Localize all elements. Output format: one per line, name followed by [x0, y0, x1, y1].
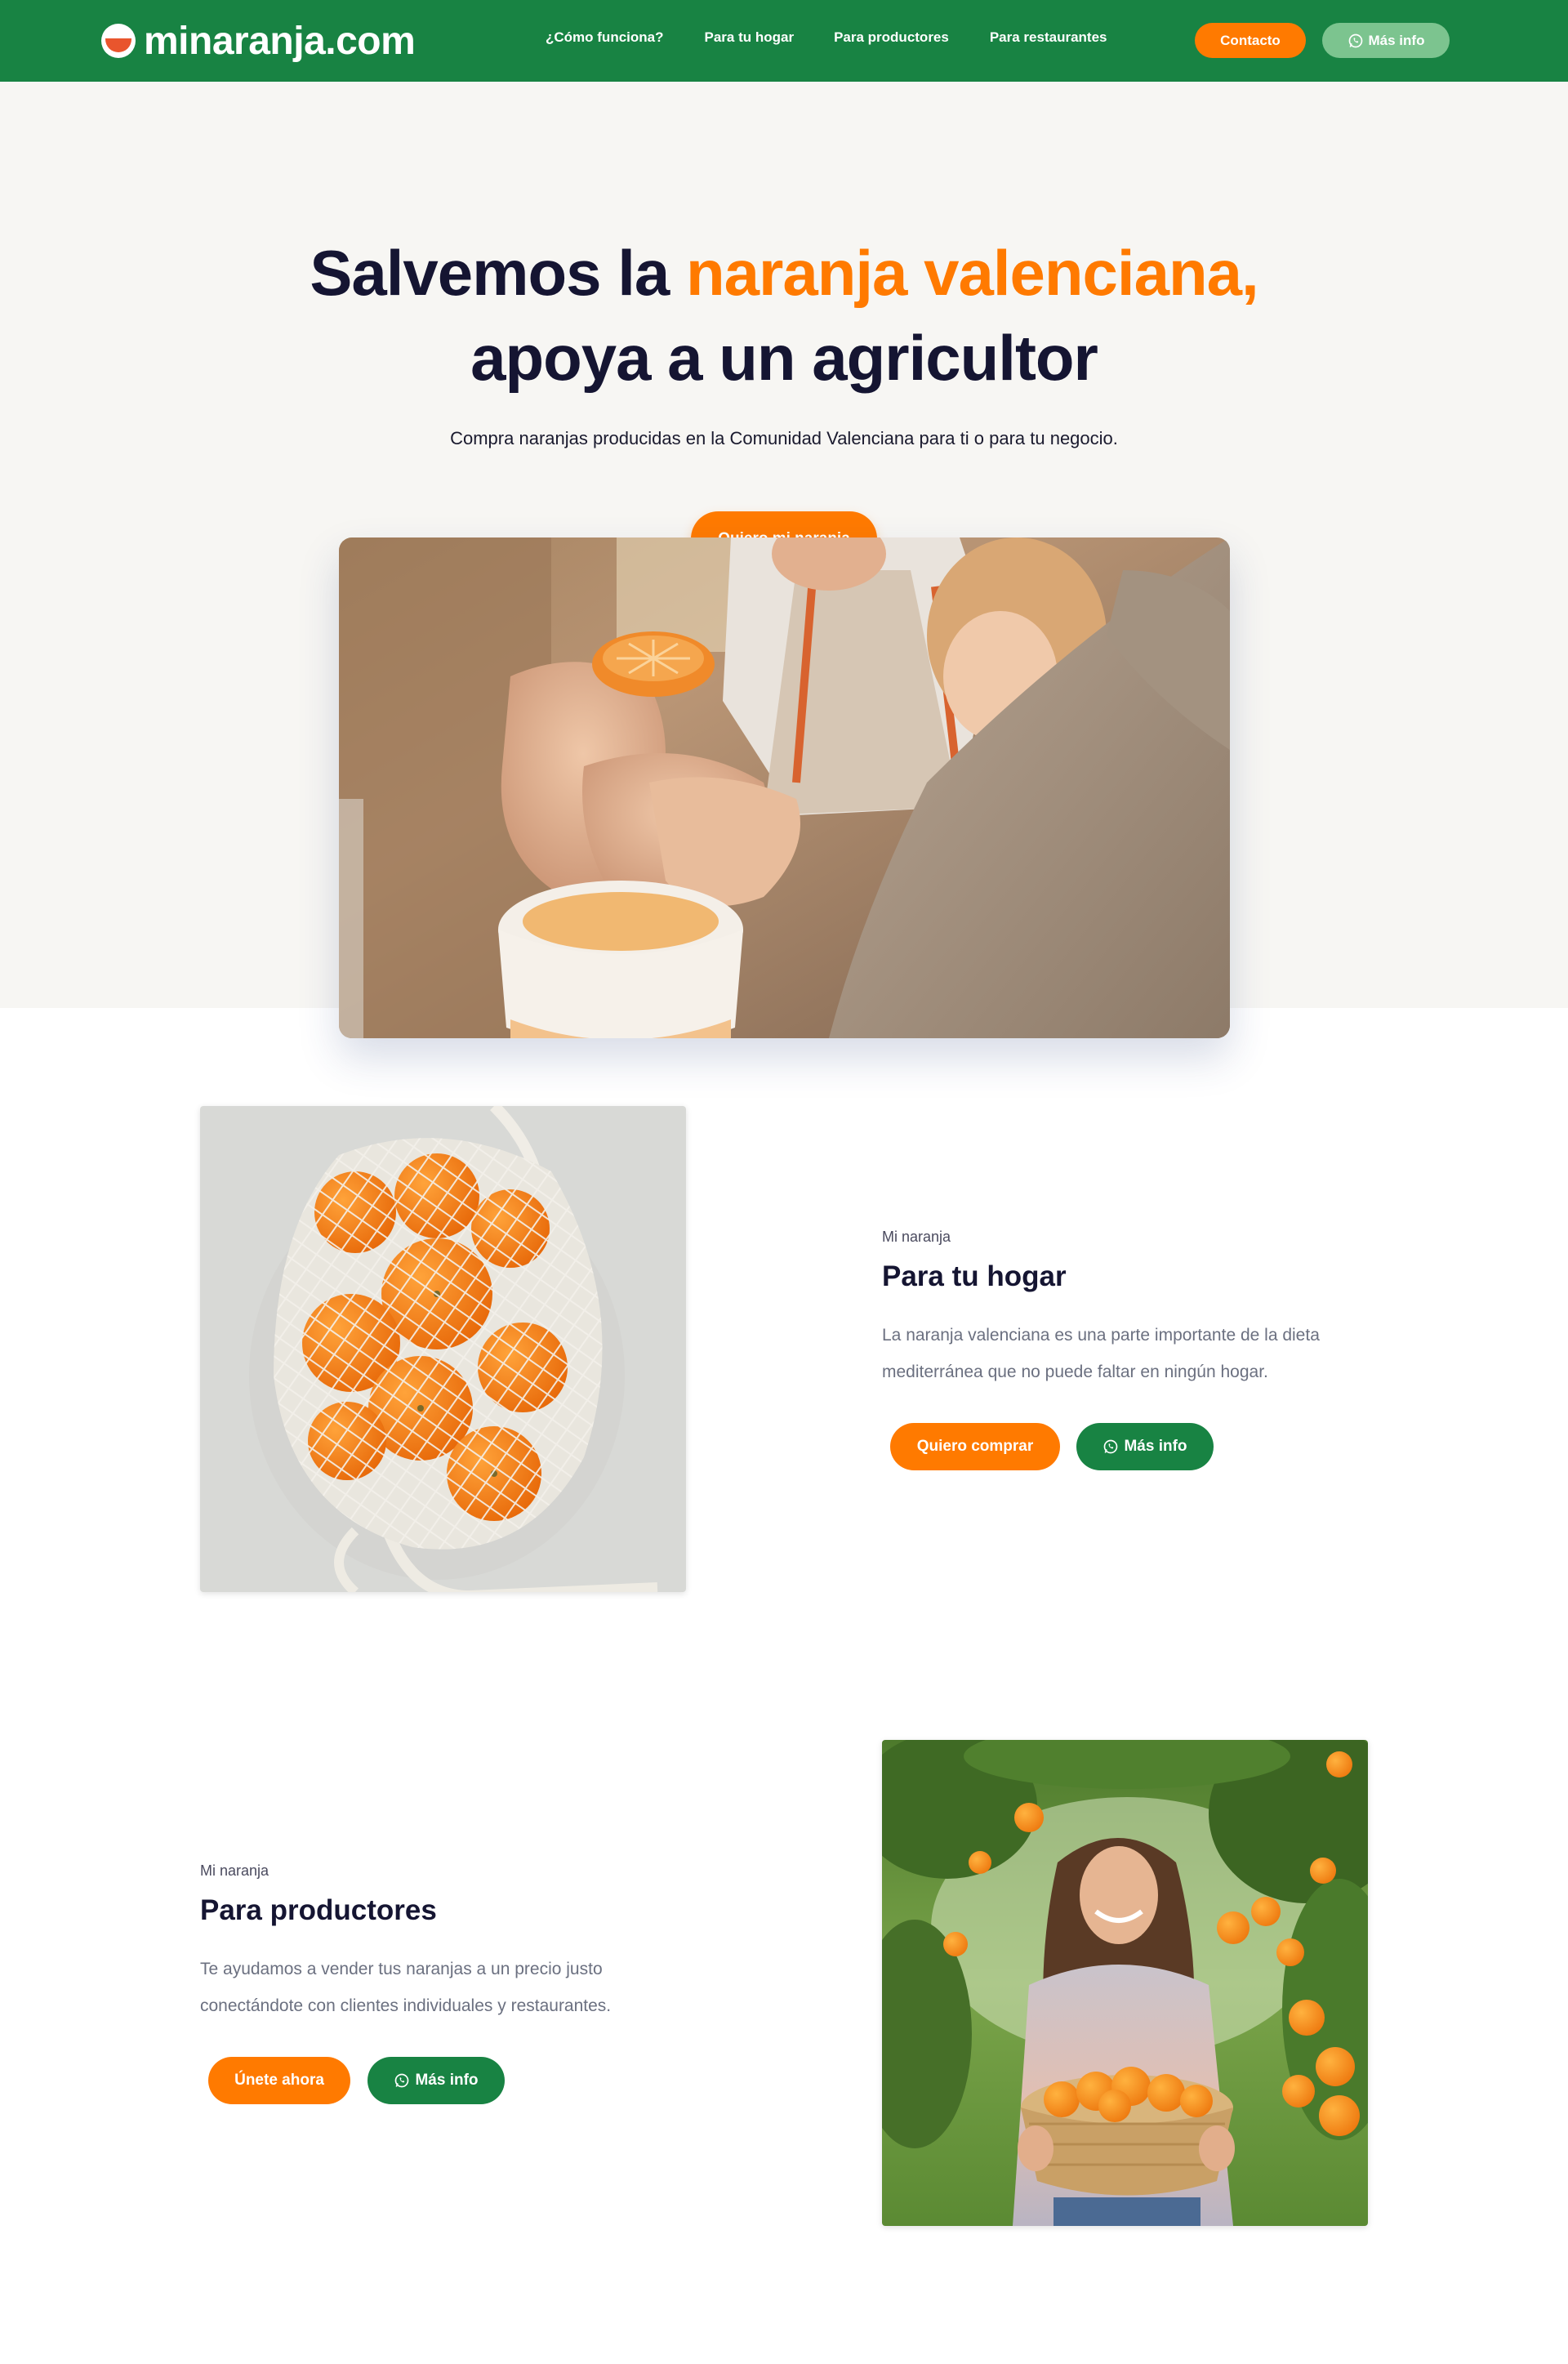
section-hogar-image-oranges-bag: [200, 1106, 686, 1592]
hero-title-line2: apoya a un agricultor: [470, 322, 1098, 394]
nav-link-productores[interactable]: Para productores: [834, 29, 949, 46]
section-productores-more-info-label: Más info: [415, 2072, 479, 2089]
section-productores-text-line1: Te ayudamos a vender tus naranjas a un p…: [200, 1960, 603, 1978]
contact-button[interactable]: Contacto: [1195, 23, 1306, 58]
main-nav: ¿Cómo funciona? Para tu hogar Para produ…: [546, 29, 1147, 46]
section-hogar-title: Para tu hogar: [882, 1260, 1067, 1292]
nav-link-como-funciona[interactable]: ¿Cómo funciona?: [546, 29, 663, 46]
whatsapp-icon: [395, 2073, 409, 2088]
section-productores-title: Para productores: [200, 1894, 437, 1926]
section-productores-more-info-button[interactable]: Más info: [368, 2057, 505, 2104]
whatsapp-icon: [1104, 1439, 1118, 1454]
brand-logo[interactable]: minaranja.com: [101, 18, 416, 64]
section-hogar-more-info-button[interactable]: Más info: [1076, 1423, 1214, 1470]
hero-image-juicing-oranges: [339, 537, 1230, 1038]
section-hogar-more-info-label: Más info: [1124, 1438, 1187, 1455]
hero-subtitle: Compra naranjas producidas en la Comunid…: [450, 428, 1118, 448]
section-hogar-text-line1: La naranja valenciana es una parte impor…: [882, 1326, 1320, 1345]
nav-link-restaurantes[interactable]: Para restaurantes: [990, 29, 1107, 46]
section-hogar-eyebrow: Mi naranja: [882, 1229, 951, 1245]
buy-button[interactable]: Quiero comprar: [890, 1423, 1060, 1470]
section-productores-text: Te ayudamos a vender tus naranjas a un p…: [200, 1951, 723, 2024]
nav-more-info-label: Más info: [1368, 32, 1425, 48]
nav-link-hogar[interactable]: Para tu hogar: [704, 29, 794, 46]
hero-title-part1: Salvemos la: [310, 237, 686, 309]
section-hogar-text-line2: mediterránea que no puede faltar en ning…: [882, 1363, 1268, 1381]
whatsapp-icon: [1348, 33, 1362, 47]
section-hogar-text: La naranja valenciana es una parte impor…: [882, 1317, 1405, 1390]
brand-name: minaranja.com: [144, 19, 416, 63]
navbar: minaranja.com ¿Cómo funciona? Para tu ho…: [0, 0, 1568, 82]
section-productores-eyebrow: Mi naranja: [200, 1862, 270, 1879]
hero-title-accent: naranja valenciana,: [685, 237, 1259, 309]
join-now-button[interactable]: Únete ahora: [208, 2057, 350, 2104]
hero-title: Salvemos la naranja valenciana, apoya a …: [0, 230, 1568, 400]
section-productores-text-line2: conectándote con clientes individuales y…: [200, 1996, 612, 2015]
section-productores-image-farmer: [882, 1740, 1368, 2226]
nav-more-info-button[interactable]: Más info: [1322, 23, 1450, 58]
logo-orange-icon: [101, 24, 136, 58]
